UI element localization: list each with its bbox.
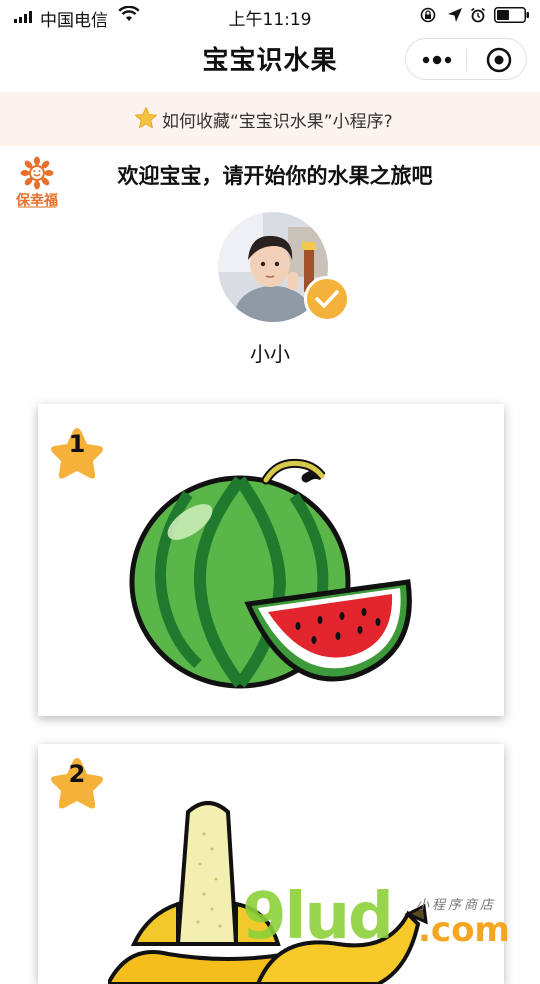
more-options-icon[interactable] — [420, 52, 454, 68]
welcome-message: 欢迎宝宝，请开始你的水果之旅吧 — [117, 164, 433, 188]
bookmark-tip-banner[interactable]: 如何收藏“宝宝识水果”小程序? — [0, 92, 540, 146]
fruit-number: 1 — [68, 430, 86, 458]
capsule-divider — [466, 49, 467, 71]
close-mini-program-icon[interactable] — [486, 47, 512, 73]
fruit-card-watermelon[interactable]: 1 — [38, 404, 504, 716]
battery-icon — [494, 7, 529, 23]
verified-check-badge — [304, 276, 350, 322]
star-icon — [135, 107, 157, 129]
watermelon-icon — [129, 458, 412, 689]
check-icon — [315, 290, 339, 308]
rotation-lock-icon — [420, 7, 436, 23]
user-name: 小小 — [250, 342, 290, 366]
banner-text: 如何收藏“宝宝识水果”小程序? — [162, 112, 393, 132]
watermark-logo: 9lud — [242, 880, 394, 954]
fruit-number: 2 — [68, 760, 86, 788]
alarm-clock-icon — [471, 7, 485, 23]
brand-name: 保幸福 — [16, 193, 58, 209]
mini-program-capsule — [405, 38, 527, 80]
status-bar: 中国电信 上午11:19 — [0, 0, 540, 34]
watermark-domain-suffix: .com — [418, 910, 510, 950]
location-arrow-icon — [448, 8, 462, 22]
